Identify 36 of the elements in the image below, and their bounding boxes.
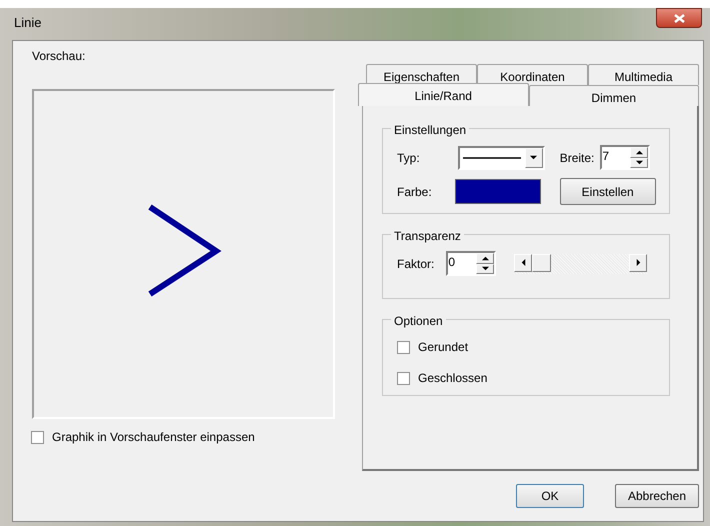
- checkbox[interactable]: [397, 372, 410, 384]
- set-button[interactable]: Einstellen: [560, 178, 656, 205]
- solid-line-icon: [462, 156, 521, 158]
- spin-down-icon[interactable]: [476, 264, 494, 274]
- slider-thumb[interactable]: [532, 254, 552, 272]
- dialog-button[interactable]: Abbrechen: [615, 484, 699, 508]
- spin-down-icon[interactable]: [630, 158, 648, 168]
- spin-up-icon[interactable]: [476, 253, 494, 264]
- checkbox-label: Gerundet: [418, 339, 468, 356]
- checkbox[interactable]: [397, 340, 410, 354]
- tab[interactable]: Koordinaten: [477, 64, 588, 85]
- dialog-button[interactable]: OK: [516, 484, 584, 508]
- tab[interactable]: Eigenschaften: [366, 64, 477, 85]
- checkbox-label: Geschlossen: [418, 370, 488, 387]
- transparency-slider[interactable]: [514, 254, 648, 274]
- line-type-dropdown[interactable]: [458, 146, 545, 170]
- caret-icon[interactable]: [524, 148, 543, 168]
- color-swatch[interactable]: [454, 179, 541, 204]
- field-label: Faktor:: [397, 256, 434, 272]
- field-label: Farbe:: [397, 184, 432, 200]
- tab[interactable]: Linie/Rand: [358, 83, 528, 106]
- field-label: Breite:: [560, 150, 594, 166]
- close-icon: [674, 14, 684, 22]
- spin-up-icon[interactable]: [630, 147, 648, 158]
- factor-spinner[interactable]: 0: [446, 251, 496, 276]
- tab[interactable]: Dimmen: [528, 85, 699, 106]
- checkbox[interactable]: [31, 430, 44, 444]
- window-title: Linie: [14, 14, 42, 32]
- tab[interactable]: Multimedia: [588, 64, 699, 85]
- width-spinner[interactable]: 7: [600, 145, 650, 170]
- spinner-value: 0: [448, 254, 456, 271]
- spinner-value: 7: [602, 148, 610, 165]
- preview-label: Vorschau:: [32, 48, 86, 65]
- checkbox-label: Graphik in Vorschaufenster einpassen: [52, 429, 255, 446]
- close-button[interactable]: [656, 8, 702, 28]
- field-label: Typ:: [397, 150, 420, 166]
